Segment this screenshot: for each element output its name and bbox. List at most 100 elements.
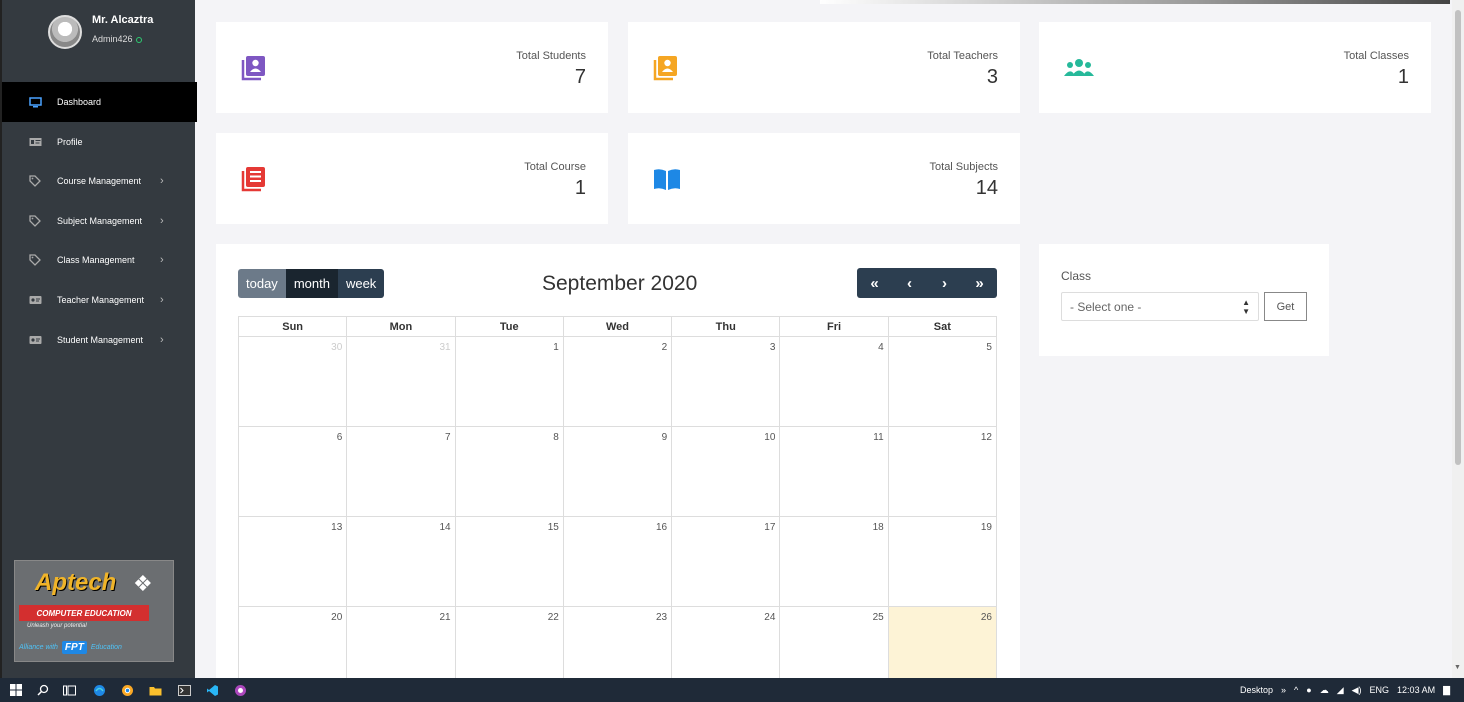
stat-label: Total Teachers xyxy=(927,50,998,62)
next-month-button[interactable]: › xyxy=(927,268,962,298)
calendar-grid: Sun Mon Tue Wed Thu Fri Sat 30 31 1 2 3 … xyxy=(238,316,997,696)
cloud-icon[interactable]: ☁ xyxy=(1320,685,1329,696)
stat-value: 1 xyxy=(574,177,586,199)
calendar-week: 6 7 8 9 10 11 12 xyxy=(238,426,997,516)
calendar-day[interactable]: 9 xyxy=(564,427,673,516)
notification-icon[interactable]: ▇ xyxy=(1443,685,1450,696)
class-select-value: - Select one - xyxy=(1070,299,1142,314)
calendar-day[interactable]: 5 xyxy=(889,337,996,426)
sidebar-item-subject-management[interactable]: Subject Management › xyxy=(2,201,197,241)
language-indicator[interactable]: ENG xyxy=(1370,685,1390,695)
prev-month-button[interactable]: ‹ xyxy=(892,268,927,298)
scrollbar-thumb[interactable] xyxy=(1455,10,1461,465)
search-icon[interactable] xyxy=(36,683,50,697)
class-select[interactable]: - Select one - ▲ ▼ xyxy=(1061,292,1259,321)
calendar-day[interactable]: 4 xyxy=(780,337,889,426)
windows-start-icon[interactable] xyxy=(9,683,23,697)
next-year-button[interactable]: » xyxy=(962,268,997,298)
calendar-panel: today month week September 2020 « ‹ › » … xyxy=(216,244,1020,696)
tag-icon xyxy=(28,254,42,266)
calendar-day[interactable]: 11 xyxy=(780,427,889,516)
desktop-toolbar-label[interactable]: Desktop xyxy=(1240,685,1273,695)
system-tray: Desktop » ^ ● ☁ ◢ ◀) ENG 12:03 AM ▇ xyxy=(1240,678,1450,702)
sidebar-item-profile[interactable]: Profile xyxy=(2,122,197,162)
sidebar-item-course-management[interactable]: Course Management › xyxy=(2,161,197,201)
calendar-day[interactable]: 16 xyxy=(564,517,673,606)
user-name: Mr. Alcaztra xyxy=(92,14,154,26)
avatar[interactable] xyxy=(48,15,82,49)
vscode-icon[interactable] xyxy=(205,683,219,697)
terminal-icon[interactable] xyxy=(177,683,191,697)
week-view-button[interactable]: week xyxy=(337,269,385,298)
calendar-day[interactable]: 17 xyxy=(672,517,781,606)
volume-icon[interactable]: ◀) xyxy=(1352,685,1362,696)
weekday-label: Tue xyxy=(456,317,564,336)
calendar-day[interactable]: 15 xyxy=(456,517,564,606)
calendar-day[interactable]: 2 xyxy=(564,337,673,426)
sidebar-item-label: Student Management xyxy=(57,335,144,345)
calendar-nav-buttons: « ‹ › » xyxy=(857,268,997,298)
calendar-title: September 2020 xyxy=(542,272,698,295)
sidebar-item-class-management[interactable]: Class Management › xyxy=(2,240,197,280)
network-icon[interactable]: ◢ xyxy=(1337,685,1344,696)
sidebar-item-label: Subject Management xyxy=(57,216,143,226)
app-icon[interactable] xyxy=(233,683,247,697)
chevron-right-icon: › xyxy=(160,294,164,306)
user-role-text: Admin426 xyxy=(92,34,133,44)
calendar-day[interactable]: 18 xyxy=(780,517,889,606)
sidebar-item-label: Class Management xyxy=(57,255,135,265)
month-view-button[interactable]: month xyxy=(285,269,338,298)
sidebar-item-label: Teacher Management xyxy=(57,295,145,305)
stat-label: Total Course xyxy=(524,161,586,173)
chrome-browser-icon[interactable] xyxy=(120,683,134,697)
course-book-icon xyxy=(240,165,268,193)
weekday-label: Wed xyxy=(564,317,673,336)
stat-card-course[interactable]: Total Course 1 xyxy=(216,133,608,224)
calendar-day[interactable]: 13 xyxy=(239,517,348,606)
calendar-day[interactable]: 7 xyxy=(347,427,456,516)
stat-card-subjects[interactable]: Total Subjects 14 xyxy=(628,133,1020,224)
task-view-icon[interactable] xyxy=(62,683,76,697)
sidebar-item-teacher-management[interactable]: Teacher Management › xyxy=(2,280,197,320)
calendar-day[interactable]: 14 xyxy=(347,517,456,606)
tag-icon xyxy=(28,175,42,187)
weekday-label: Mon xyxy=(347,317,456,336)
file-explorer-icon[interactable] xyxy=(148,683,162,697)
calendar-view-buttons: today month week xyxy=(238,269,385,298)
stat-card-teachers[interactable]: Total Teachers 3 xyxy=(628,22,1020,113)
edge-browser-icon[interactable] xyxy=(92,683,106,697)
calendar-day[interactable]: 12 xyxy=(889,427,996,516)
prev-year-button[interactable]: « xyxy=(857,268,892,298)
tray-overflow-icon[interactable]: » xyxy=(1281,685,1286,695)
calendar-day[interactable]: 31 xyxy=(347,337,456,426)
calendar-day[interactable]: 6 xyxy=(239,427,348,516)
chevron-right-icon: › xyxy=(160,254,164,266)
page-scrollbar[interactable]: ▼ xyxy=(1452,0,1464,678)
scroll-down-arrow-icon[interactable]: ▼ xyxy=(1454,664,1461,671)
stat-card-students[interactable]: Total Students 7 xyxy=(216,22,608,113)
users-group-icon xyxy=(1063,54,1094,82)
calendar-day[interactable]: 8 xyxy=(456,427,564,516)
calendar-day[interactable]: 19 xyxy=(889,517,996,606)
chevron-up-icon[interactable]: ^ xyxy=(1294,685,1298,695)
id-badge-icon xyxy=(28,334,42,346)
paw-icon: ❖ xyxy=(133,571,153,596)
calendar-day[interactable]: 30 xyxy=(239,337,348,426)
microphone-icon: ● xyxy=(1306,685,1312,695)
student-book-icon xyxy=(240,54,268,82)
stat-value: 14 xyxy=(975,177,998,199)
sidebar-item-label: Course Management xyxy=(57,176,142,186)
windows-taskbar: Desktop » ^ ● ☁ ◢ ◀) ENG 12:03 AM ▇ xyxy=(0,678,1464,702)
calendar-day[interactable]: 3 xyxy=(672,337,781,426)
logo-alliance: Alliance with FPT Education xyxy=(19,641,122,654)
calendar-day[interactable]: 10 xyxy=(672,427,781,516)
get-button[interactable]: Get xyxy=(1264,292,1307,321)
stat-label: Total Classes xyxy=(1343,50,1409,62)
sidebar-item-dashboard[interactable]: Dashboard xyxy=(2,82,197,122)
calendar-day[interactable]: 1 xyxy=(456,337,564,426)
stat-card-classes[interactable]: Total Classes 1 xyxy=(1039,22,1431,113)
clock[interactable]: 12:03 AM xyxy=(1397,685,1435,695)
open-book-icon xyxy=(652,165,680,193)
sidebar-item-student-management[interactable]: Student Management › xyxy=(2,320,197,360)
today-button[interactable]: today xyxy=(238,269,286,298)
